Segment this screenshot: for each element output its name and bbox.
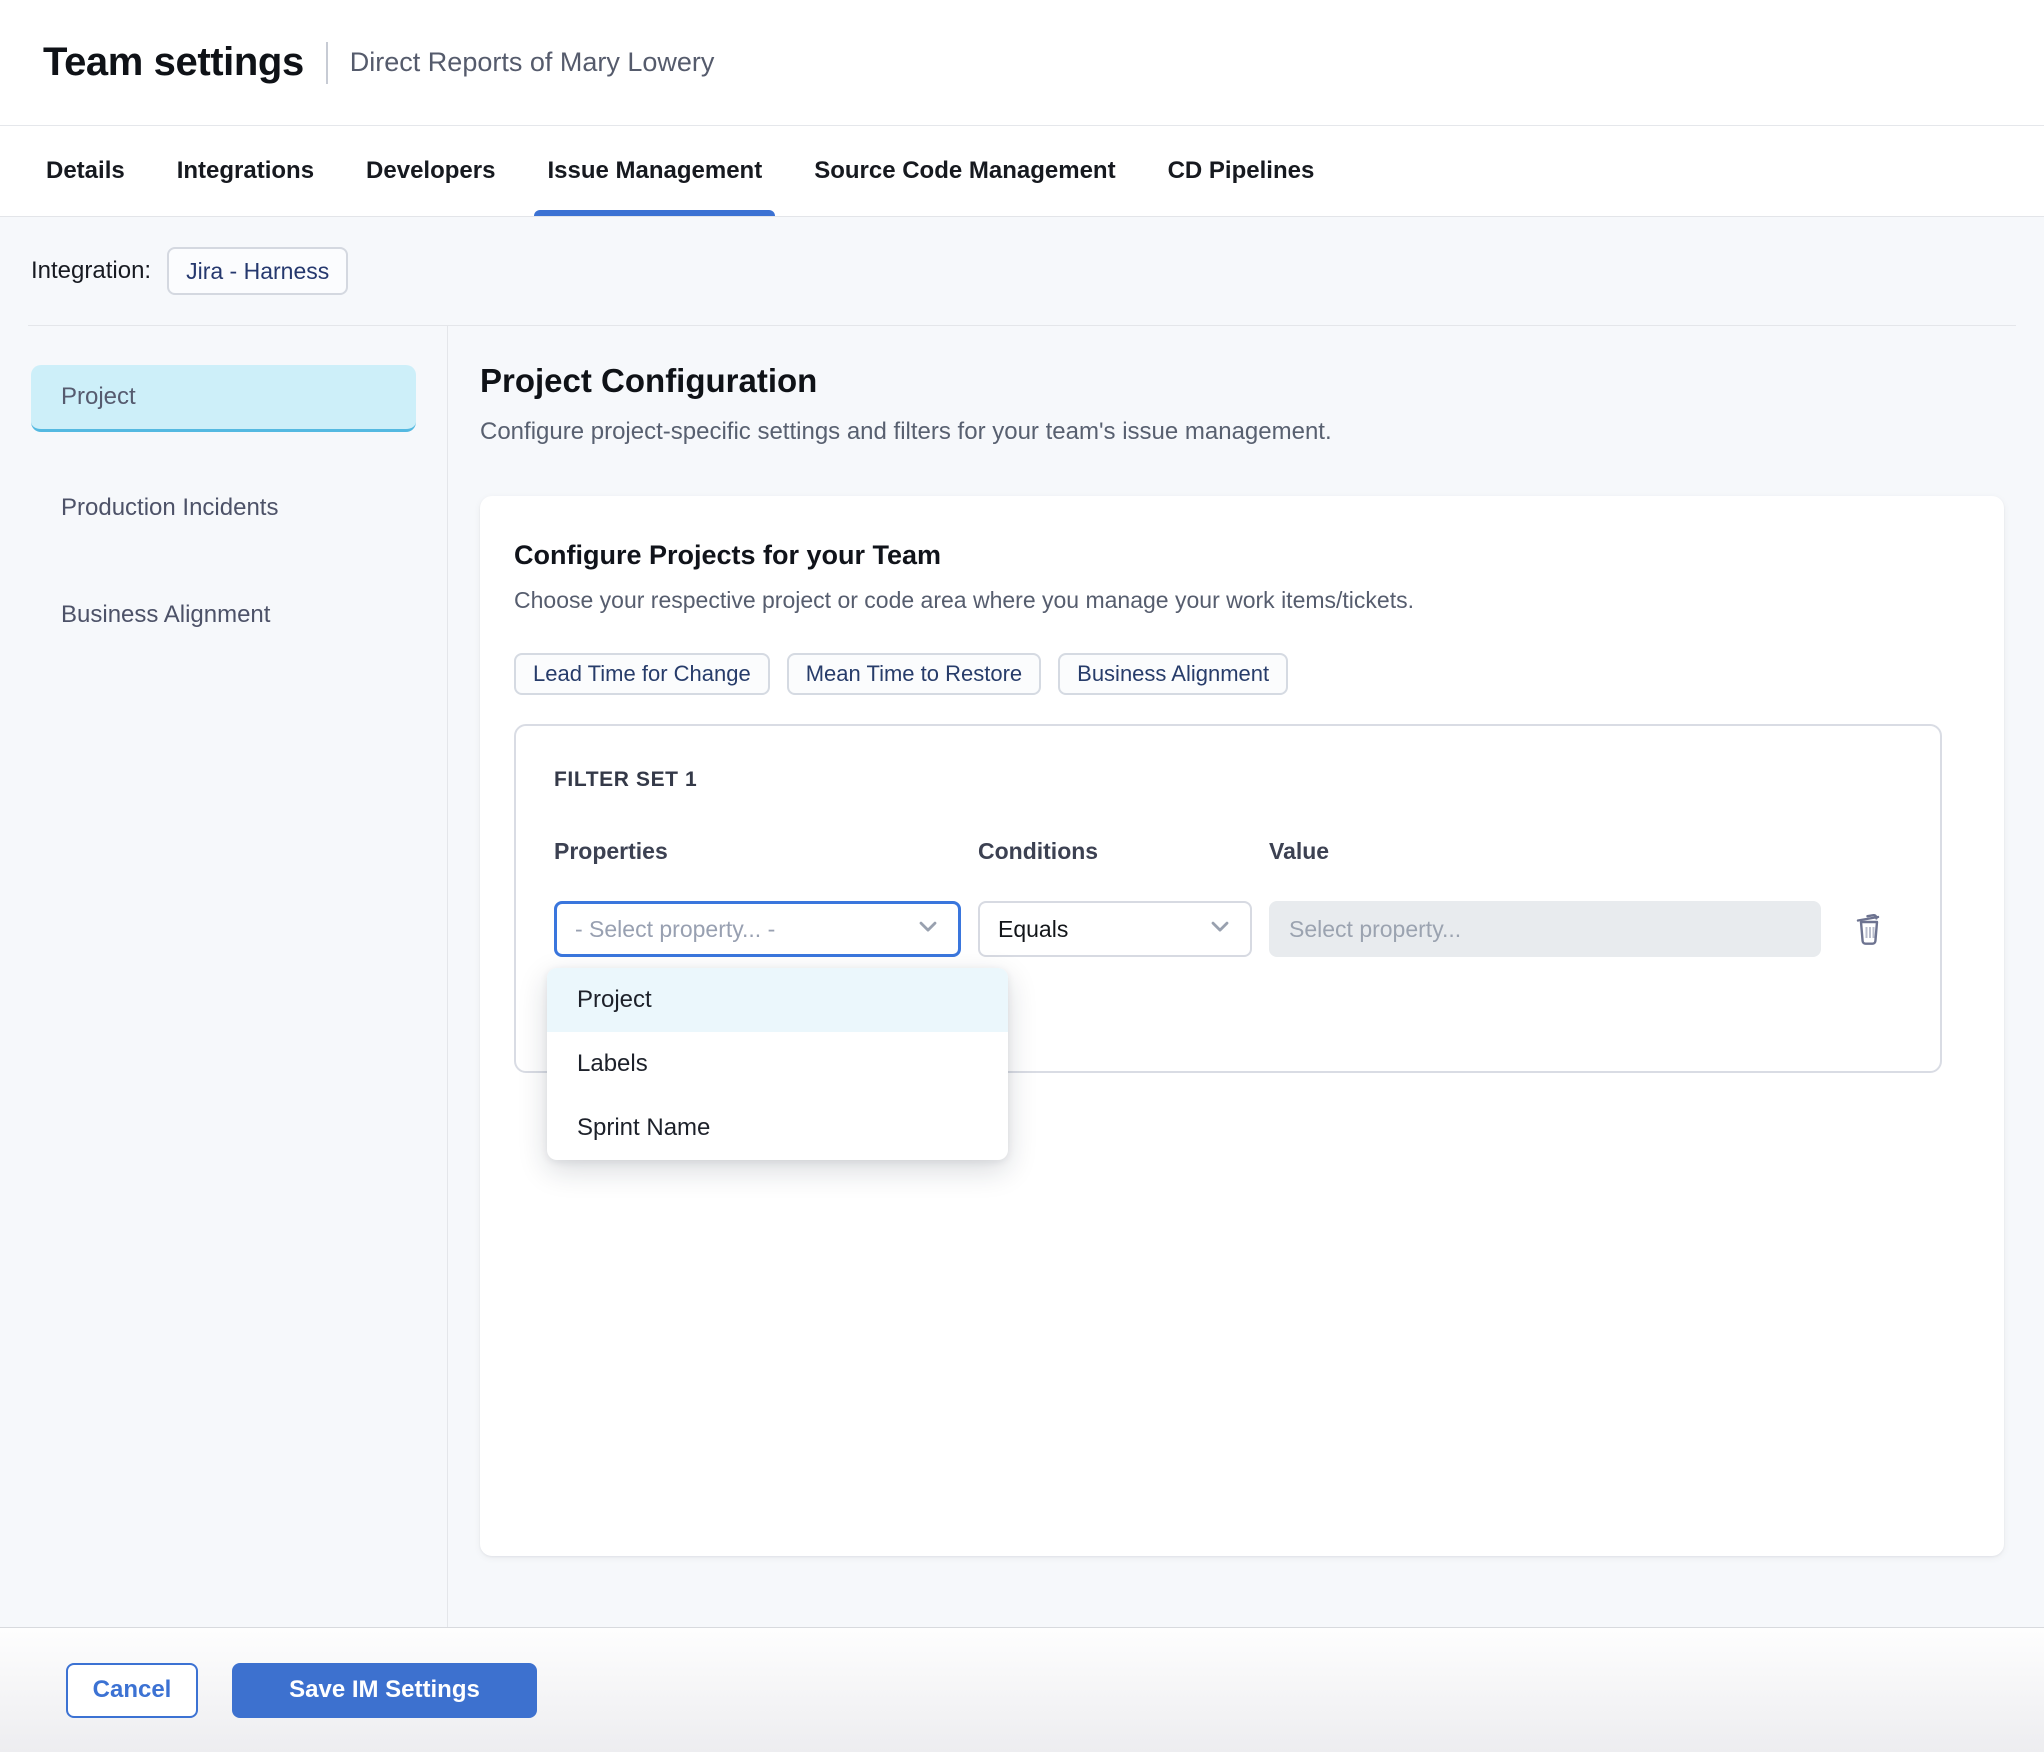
sidebar-item-production-incidents[interactable]: Production Incidents xyxy=(31,477,416,539)
dropdown-option-project[interactable]: Project xyxy=(547,968,1008,1032)
column-header-conditions: Conditions xyxy=(978,838,1099,864)
page-header: Team settings Direct Reports of Mary Low… xyxy=(0,0,2044,126)
card-title: Configure Projects for your Team xyxy=(514,540,942,570)
column-header-properties: Properties xyxy=(554,838,668,864)
filter-column-headers: Properties Conditions Value xyxy=(554,838,1902,865)
condition-select-value: Equals xyxy=(998,915,1069,942)
integration-chip-jira-harness[interactable]: Jira - Harness xyxy=(167,247,349,295)
metric-chip-group: Lead Time for Change Mean Time to Restor… xyxy=(514,653,1970,695)
save-im-settings-button[interactable]: Save IM Settings xyxy=(232,1662,537,1718)
main-panel: Project Configuration Configure project-… xyxy=(448,326,2044,1627)
section-title: Project Configuration xyxy=(480,362,818,399)
content-area: Integration: Jira - Harness Project Prod… xyxy=(0,217,2044,1627)
cancel-button[interactable]: Cancel xyxy=(66,1662,198,1718)
tab-integrations[interactable]: Integrations xyxy=(177,126,314,216)
sidebar-item-project[interactable]: Project xyxy=(31,365,416,432)
settings-sidebar: Project Production Incidents Business Al… xyxy=(0,326,448,1627)
property-dropdown-menu: Project Labels Sprint Name xyxy=(547,968,1008,1160)
footer-action-bar: Cancel Save IM Settings xyxy=(0,1627,2044,1752)
tab-issue-management[interactable]: Issue Management xyxy=(534,126,775,216)
chip-lead-time-for-change[interactable]: Lead Time for Change xyxy=(514,653,770,695)
chip-mean-time-to-restore[interactable]: Mean Time to Restore xyxy=(786,653,1042,695)
chevron-down-icon xyxy=(914,912,942,946)
column-header-value: Value xyxy=(1269,838,1330,864)
title-divider xyxy=(325,41,328,84)
integration-row: Integration: Jira - Harness xyxy=(0,217,2044,325)
tab-details[interactable]: Details xyxy=(46,126,125,216)
configure-projects-card: Configure Projects for your Team Choose … xyxy=(480,496,2004,1556)
dropdown-option-sprint-name[interactable]: Sprint Name xyxy=(547,1096,1008,1160)
condition-select[interactable]: Equals xyxy=(978,901,1252,957)
section-subtitle: Configure project-specific settings and … xyxy=(480,418,1332,445)
tab-cd-pipelines[interactable]: CD Pipelines xyxy=(1168,126,1315,216)
property-select-placeholder: - Select property... - xyxy=(575,915,776,942)
chevron-down-icon xyxy=(1206,912,1234,946)
integration-label: Integration: xyxy=(31,257,152,284)
value-input[interactable]: Select property... xyxy=(1269,901,1821,957)
trash-icon xyxy=(1853,914,1887,952)
page-title: Team settings xyxy=(43,40,304,84)
dropdown-option-labels[interactable]: Labels xyxy=(547,1032,1008,1096)
delete-filter-button[interactable] xyxy=(1853,909,1887,949)
tab-source-code-management[interactable]: Source Code Management xyxy=(814,126,1115,216)
property-select[interactable]: - Select property... - xyxy=(554,901,961,957)
card-subtitle: Choose your respective project or code a… xyxy=(514,587,1414,613)
filter-set-title: FILTER SET 1 xyxy=(554,768,698,791)
filter-set-box: FILTER SET 1 Properties Conditions Value… xyxy=(514,724,1942,1160)
team-name-subtitle: Direct Reports of Mary Lowery xyxy=(349,47,715,77)
filter-controls-row: - Select property... - Equals Select pro… xyxy=(554,901,1902,957)
sidebar-item-business-alignment[interactable]: Business Alignment xyxy=(31,584,416,646)
tab-developers[interactable]: Developers xyxy=(366,126,495,216)
chip-business-alignment[interactable]: Business Alignment xyxy=(1058,653,1289,695)
settings-tab-bar: Details Integrations Developers Issue Ma… xyxy=(0,126,2044,217)
